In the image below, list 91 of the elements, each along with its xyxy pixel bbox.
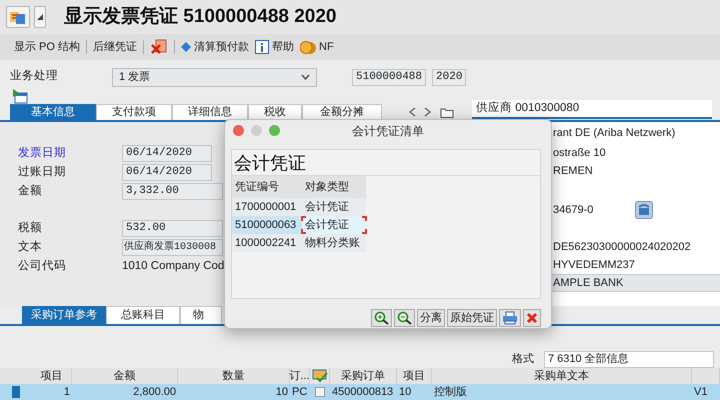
table-cell[interactable]: 1700000001 (232, 198, 302, 216)
field-label: 文本 (18, 240, 43, 255)
table-cell-text: 控制版 (434, 384, 467, 400)
zoom-in-button[interactable] (371, 309, 392, 327)
field-label: 发票日期 (18, 146, 67, 161)
year-field[interactable]: 2020 (432, 68, 466, 86)
input-field[interactable]: 532.00 (122, 220, 223, 237)
table-cell[interactable]: 会计凭证 (302, 198, 366, 216)
document-icon (9, 10, 27, 24)
vendor-text: REMEN (553, 164, 593, 179)
table-cell[interactable]: 会计凭证 (302, 216, 366, 234)
field-label: 格式 (512, 352, 534, 367)
column-header[interactable]: 采购订单 (330, 368, 397, 384)
field-label: 税额 (18, 220, 43, 236)
vendor-text: AMPLE BANK (553, 276, 624, 291)
input-field[interactable]: 3,332.00 (122, 183, 223, 200)
delete-document-icon[interactable] (150, 39, 168, 55)
document-number-field[interactable]: 5100000488 (352, 68, 426, 86)
table-cell-text: 4500000813 (332, 384, 394, 400)
telephone-icon[interactable] (635, 201, 654, 219)
field-label: 公司代码 (18, 258, 67, 274)
vendor-text: DE56230300000024020202 (553, 240, 691, 255)
execute-icon[interactable] (12, 88, 28, 104)
toolbar-button[interactable]: 后继凭证 (93, 38, 138, 56)
close-icon (526, 312, 538, 324)
table-cell-text: 10 (276, 384, 288, 400)
table-row[interactable]: 1 2,800.00 10 PC 4500000813 10 控制版 V1 (0, 384, 720, 400)
column-header[interactable]: 数量 (178, 368, 290, 384)
magnifier-icon (374, 311, 389, 325)
dialog-button[interactable]: 原始凭证 (447, 309, 497, 327)
checkbox[interactable] (315, 387, 325, 397)
column-header[interactable]: 金额 (72, 368, 178, 384)
dialog-title: 会计凭证清单 (351, 122, 425, 140)
tab[interactable]: 物 (180, 306, 222, 324)
field-label: 业务处理 (9, 68, 59, 84)
column-header[interactable]: 采购单文本 (432, 368, 692, 384)
tab[interactable]: 基本信息 (10, 104, 96, 120)
column-header[interactable] (310, 368, 330, 384)
dropdown-button[interactable] (34, 6, 46, 28)
field-label: 金额 (18, 184, 43, 199)
vendor-text: HYVEDEMM237 (553, 258, 635, 273)
column-header[interactable]: 对象类型 (302, 176, 366, 198)
table-cell[interactable]: 5100000063 (232, 216, 302, 234)
table-cell-text: PC (292, 384, 308, 400)
vendor-text: ostraße 10 (553, 146, 606, 161)
column-header[interactable]: 凭证编号 (232, 176, 302, 198)
input-field[interactable]: 06/14/2020 (122, 164, 212, 181)
table-cell-text: 1 (64, 384, 70, 400)
table-cell[interactable]: 物料分类账 (302, 234, 366, 252)
coins-icon (300, 40, 316, 54)
column-header[interactable]: 项目 (397, 368, 432, 384)
caret-icon (37, 14, 43, 20)
info-icon (255, 40, 270, 54)
column-header[interactable]: 项目 (32, 368, 72, 384)
menu-button[interactable] (6, 6, 30, 28)
table-cell-text: 2,800.00 (133, 384, 176, 400)
column-header[interactable]: 订... (290, 368, 310, 384)
tab[interactable]: 金额分摊 (302, 104, 382, 120)
toolbar-button[interactable]: 清算预付款 (181, 38, 250, 56)
tab[interactable]: 详细信息 (172, 104, 248, 120)
zoom-out-button[interactable] (394, 309, 415, 327)
diamond-icon (181, 42, 192, 52)
layout-field[interactable]: 7 6310 全部信息 (544, 350, 714, 368)
toolbar-button[interactable]: 帮助 (255, 38, 294, 56)
table-cell-text: V1 (694, 384, 708, 400)
dialog-button[interactable]: 分离 (417, 309, 445, 327)
table-cell[interactable]: 1000002241 (232, 234, 302, 252)
close-window-button[interactable] (233, 125, 244, 136)
tab[interactable]: 总账科目 (106, 306, 180, 324)
toolbar-button[interactable]: NF (300, 38, 334, 56)
table-cell-text: 10 (399, 384, 412, 400)
dropdown-field[interactable]: 1 发票 (112, 68, 317, 86)
chevron-down-icon (301, 74, 310, 80)
tab[interactable]: 税收 (248, 104, 302, 120)
vendor-text: rant DE (Ariba Netzwerk) (553, 126, 676, 141)
vendor-text: 34679-0 (553, 202, 594, 218)
row-marker[interactable] (12, 386, 20, 398)
vendor-field[interactable]: 供应商 0010300080 (472, 100, 712, 119)
magnifier-icon (397, 311, 412, 325)
tab[interactable]: 支付款项 (96, 104, 172, 120)
field-value: 1010 Company Cod (122, 258, 224, 274)
input-field[interactable]: 供应商发票1030008 (122, 239, 223, 256)
field-label: 过账日期 (18, 164, 67, 180)
input-field[interactable]: 06/14/2020 (122, 145, 212, 162)
window-title: 显示发票凭证 5100000488 2020 (64, 4, 336, 29)
print-button[interactable] (499, 309, 521, 327)
printer-icon (502, 311, 518, 325)
tab[interactable]: 采购订单参考 (22, 306, 106, 324)
close-button[interactable] (523, 309, 541, 327)
check-card-icon (312, 369, 328, 383)
toolbar-button[interactable]: 显示 PO 结构 (14, 38, 80, 56)
